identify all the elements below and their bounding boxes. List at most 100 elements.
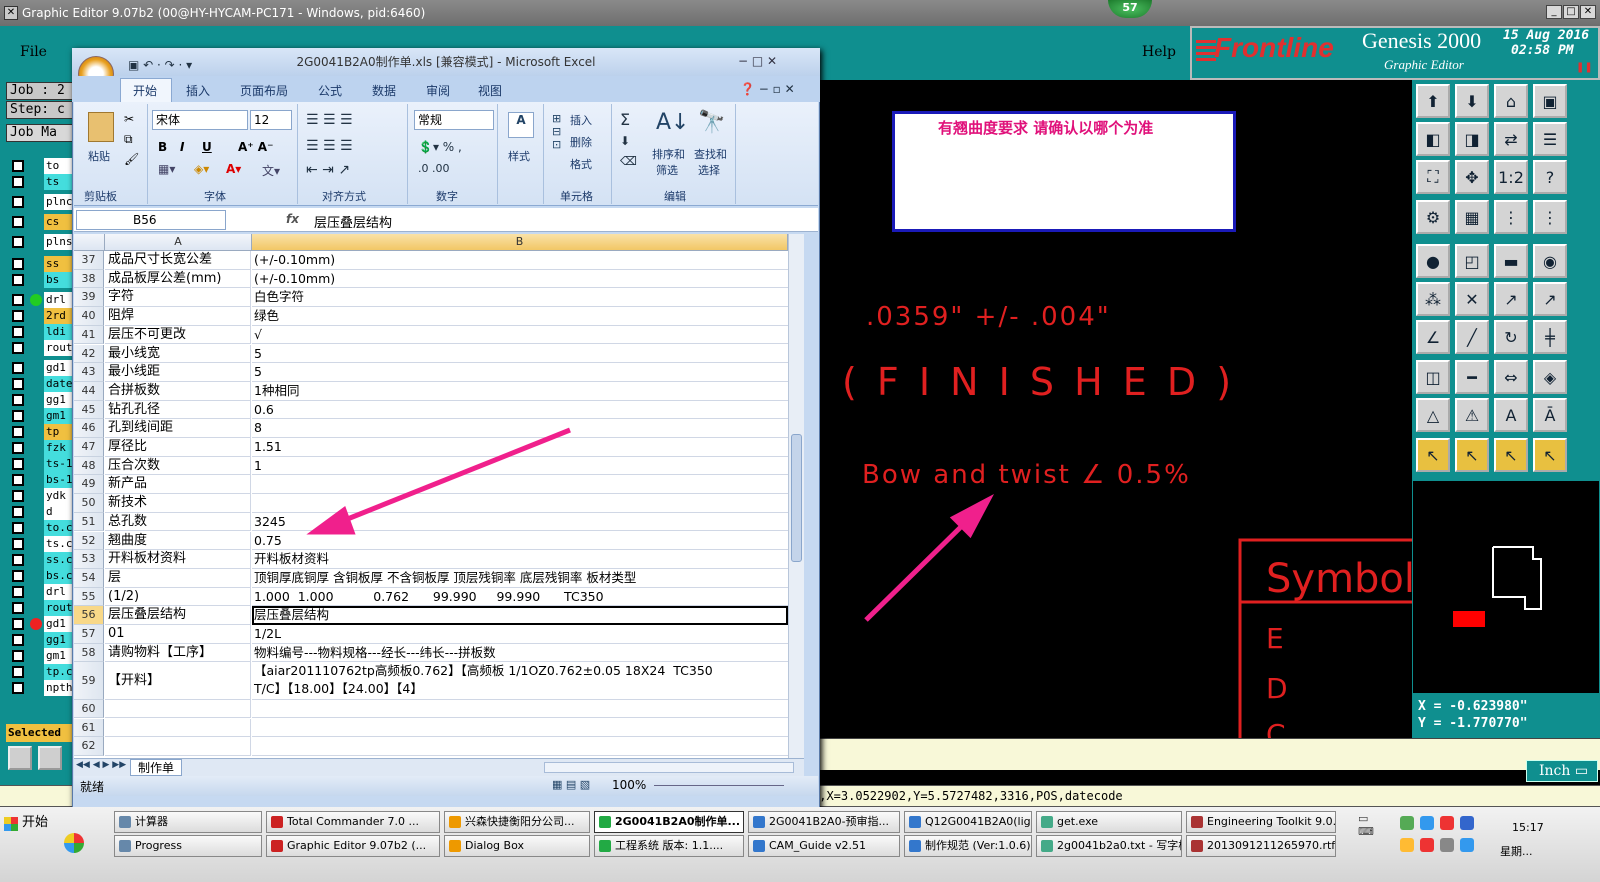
table-row[interactable]: 44 合拼板数 1种相同 <box>74 381 788 401</box>
row-number[interactable]: 41 <box>74 325 104 345</box>
row-number[interactable]: 56 <box>74 606 104 625</box>
cell-b[interactable]: √ <box>252 326 788 345</box>
row-number[interactable]: 55 <box>74 587 104 607</box>
layer-checkbox[interactable] <box>12 586 24 598</box>
layer-name[interactable]: gg1 <box>44 632 74 648</box>
cell-a[interactable]: 阻焊 <box>105 307 251 326</box>
tray-icon-2[interactable] <box>1420 816 1434 830</box>
step-field[interactable]: Step: c <box>6 101 74 119</box>
table-row[interactable]: 61 <box>74 718 788 738</box>
route2-icon[interactable]: ⋮ <box>1533 200 1567 234</box>
taskbar-button[interactable]: Progress <box>114 835 262 857</box>
taskbar-button[interactable]: get.exe <box>1036 811 1182 833</box>
format-cells-button[interactable]: 格式 <box>570 156 592 172</box>
home-icon[interactable]: ⌂ <box>1494 84 1528 118</box>
triangle-icon[interactable]: △ <box>1416 398 1450 432</box>
cell-b[interactable]: (+/-0.10mm) <box>252 270 788 289</box>
measure-icon[interactable] <box>38 746 62 770</box>
quicklaunch-icon[interactable] <box>64 833 84 853</box>
layer-name[interactable]: to.c <box>44 520 74 536</box>
column-header-a[interactable]: A <box>105 234 252 251</box>
layer-name[interactable]: drl <box>44 584 74 600</box>
grid-icon[interactable]: ▦ <box>1455 200 1489 234</box>
layer-row[interactable]: ts.c <box>6 536 74 552</box>
cell-b[interactable]: 【aiar201110762tp高频板0.762】【高频板 1/1OZ0.762… <box>252 662 788 700</box>
sort-filter-button[interactable]: 排序和 <box>652 146 685 162</box>
layer-checkbox[interactable] <box>12 522 24 534</box>
autosum-icon[interactable]: Σ <box>620 110 630 129</box>
start-button[interactable]: 开始 <box>2 811 56 837</box>
cell-b[interactable]: 物料编号---物料规格---经长---纬长---拼板数 <box>252 644 788 663</box>
tray-icon-1[interactable] <box>1400 816 1414 830</box>
layer-checkbox[interactable] <box>12 274 24 286</box>
row-number[interactable]: 60 <box>74 699 104 719</box>
view-buttons[interactable]: ▦ ▤ ▧ <box>552 778 590 791</box>
cell-b[interactable]: 开料板材资料 <box>252 550 788 569</box>
formula-content[interactable]: 层压叠层结构 <box>314 212 392 231</box>
table-row[interactable]: 55 (1/2) 1.000 1.000 0.762 99.990 99.990 T… <box>74 587 788 607</box>
tab-view[interactable]: 视图 <box>478 82 502 99</box>
layer-row[interactable]: gg1 <box>6 632 74 648</box>
styles-icon[interactable]: A <box>508 112 534 138</box>
layer-row[interactable]: plnc <box>6 194 74 210</box>
tray-icon-4[interactable] <box>1460 816 1474 830</box>
vertical-scrollbar[interactable] <box>788 234 804 758</box>
sort-filter-button-2[interactable]: 筛选 <box>656 162 678 178</box>
taskbar-button[interactable]: 计算器 <box>114 811 262 833</box>
table-row[interactable]: 60 <box>74 699 788 719</box>
fill-color-button[interactable]: ◈▾ <box>194 162 209 176</box>
cell-a[interactable]: 成品板厚公差(mm) <box>105 269 251 289</box>
cell-a[interactable]: 最小线距 <box>105 363 251 382</box>
zoom-home-icon[interactable]: ⬆ <box>1416 84 1450 118</box>
fx-icon[interactable]: fx <box>286 212 299 226</box>
table-row[interactable]: 56 层压叠层结构 层压叠层结构 <box>74 606 788 625</box>
grow-font-button[interactable]: A⁺ A⁻ <box>238 140 273 154</box>
taskbar-button[interactable]: Total Commander 7.0 ... <box>266 811 440 833</box>
help-icon[interactable]: ❓ − ▫ ✕ <box>740 82 795 96</box>
job-matrix-button[interactable]: Job Ma <box>6 124 74 142</box>
layer-name[interactable]: gd1 <box>44 616 74 632</box>
find-select-icon[interactable]: 🔭 <box>698 110 725 135</box>
taskbar-button[interactable]: Graphic Editor 9.07b2 (... <box>266 835 440 857</box>
layer-name[interactable]: ts.c <box>44 536 74 552</box>
table-row[interactable]: 53 开料板材资料 开料板材资料 <box>74 550 788 569</box>
layer-checkbox[interactable] <box>12 326 24 338</box>
taskbar-button[interactable]: 兴森快捷衡阳分公司... <box>444 811 590 833</box>
font-size-select[interactable]: 12 <box>250 110 292 130</box>
cell-b[interactable]: 绿色 <box>252 307 788 326</box>
cell-b[interactable]: 1.000 1.000 0.762 99.990 99.990 TC350 <box>252 588 788 607</box>
borders-button[interactable]: ▦▾ <box>158 162 175 176</box>
cell-a[interactable]: 钻孔孔径 <box>105 400 251 420</box>
scroll-thumb[interactable] <box>791 434 802 562</box>
row-number[interactable]: 61 <box>74 718 104 738</box>
layer-row[interactable]: ts-1 <box>6 456 74 472</box>
horizontal-scrollbar[interactable] <box>544 762 794 773</box>
layer-row[interactable]: ss.c <box>6 552 74 568</box>
cell-b[interactable] <box>252 719 788 738</box>
excel-window-controls[interactable]: − □ ✕ <box>738 54 777 68</box>
snap-icon[interactable]: ⇄ <box>1494 122 1528 156</box>
row-number[interactable]: 52 <box>74 531 104 551</box>
row-number[interactable]: 47 <box>74 438 104 457</box>
layer-row[interactable]: rout <box>6 600 74 616</box>
layer-row[interactable]: ydk <box>6 488 74 504</box>
text2-icon[interactable]: Ā <box>1533 398 1567 432</box>
tab-data[interactable]: 数据 <box>372 82 396 99</box>
layer-row[interactable]: drl <box>6 584 74 600</box>
minimize-button[interactable]: _ <box>1546 5 1562 19</box>
sheet-tab-active[interactable]: 制作单 <box>130 759 182 776</box>
row-number[interactable]: 50 <box>74 494 104 513</box>
cell-a[interactable]: 翘曲度 <box>105 531 251 551</box>
layer-row[interactable]: tp.c <box>6 664 74 680</box>
layer-row[interactable]: gd1 <box>6 616 74 632</box>
layer-row[interactable]: drl <box>6 292 74 308</box>
pointer3-icon[interactable]: ↖ <box>1494 438 1528 472</box>
stretch-icon[interactable]: ⇔ <box>1494 360 1528 394</box>
cell-b[interactable]: 0.6 <box>252 401 788 420</box>
record-icon[interactable]: ● <box>1416 244 1450 278</box>
layer-name[interactable]: ldi <box>44 324 74 340</box>
pause-icon[interactable]: ❚❚ <box>1576 62 1593 73</box>
layer-checkbox[interactable] <box>12 342 24 354</box>
taskbar-button[interactable]: CAM_Guide v2.51 <box>748 835 900 857</box>
cell-b[interactable]: (+/-0.10mm) <box>252 251 788 270</box>
